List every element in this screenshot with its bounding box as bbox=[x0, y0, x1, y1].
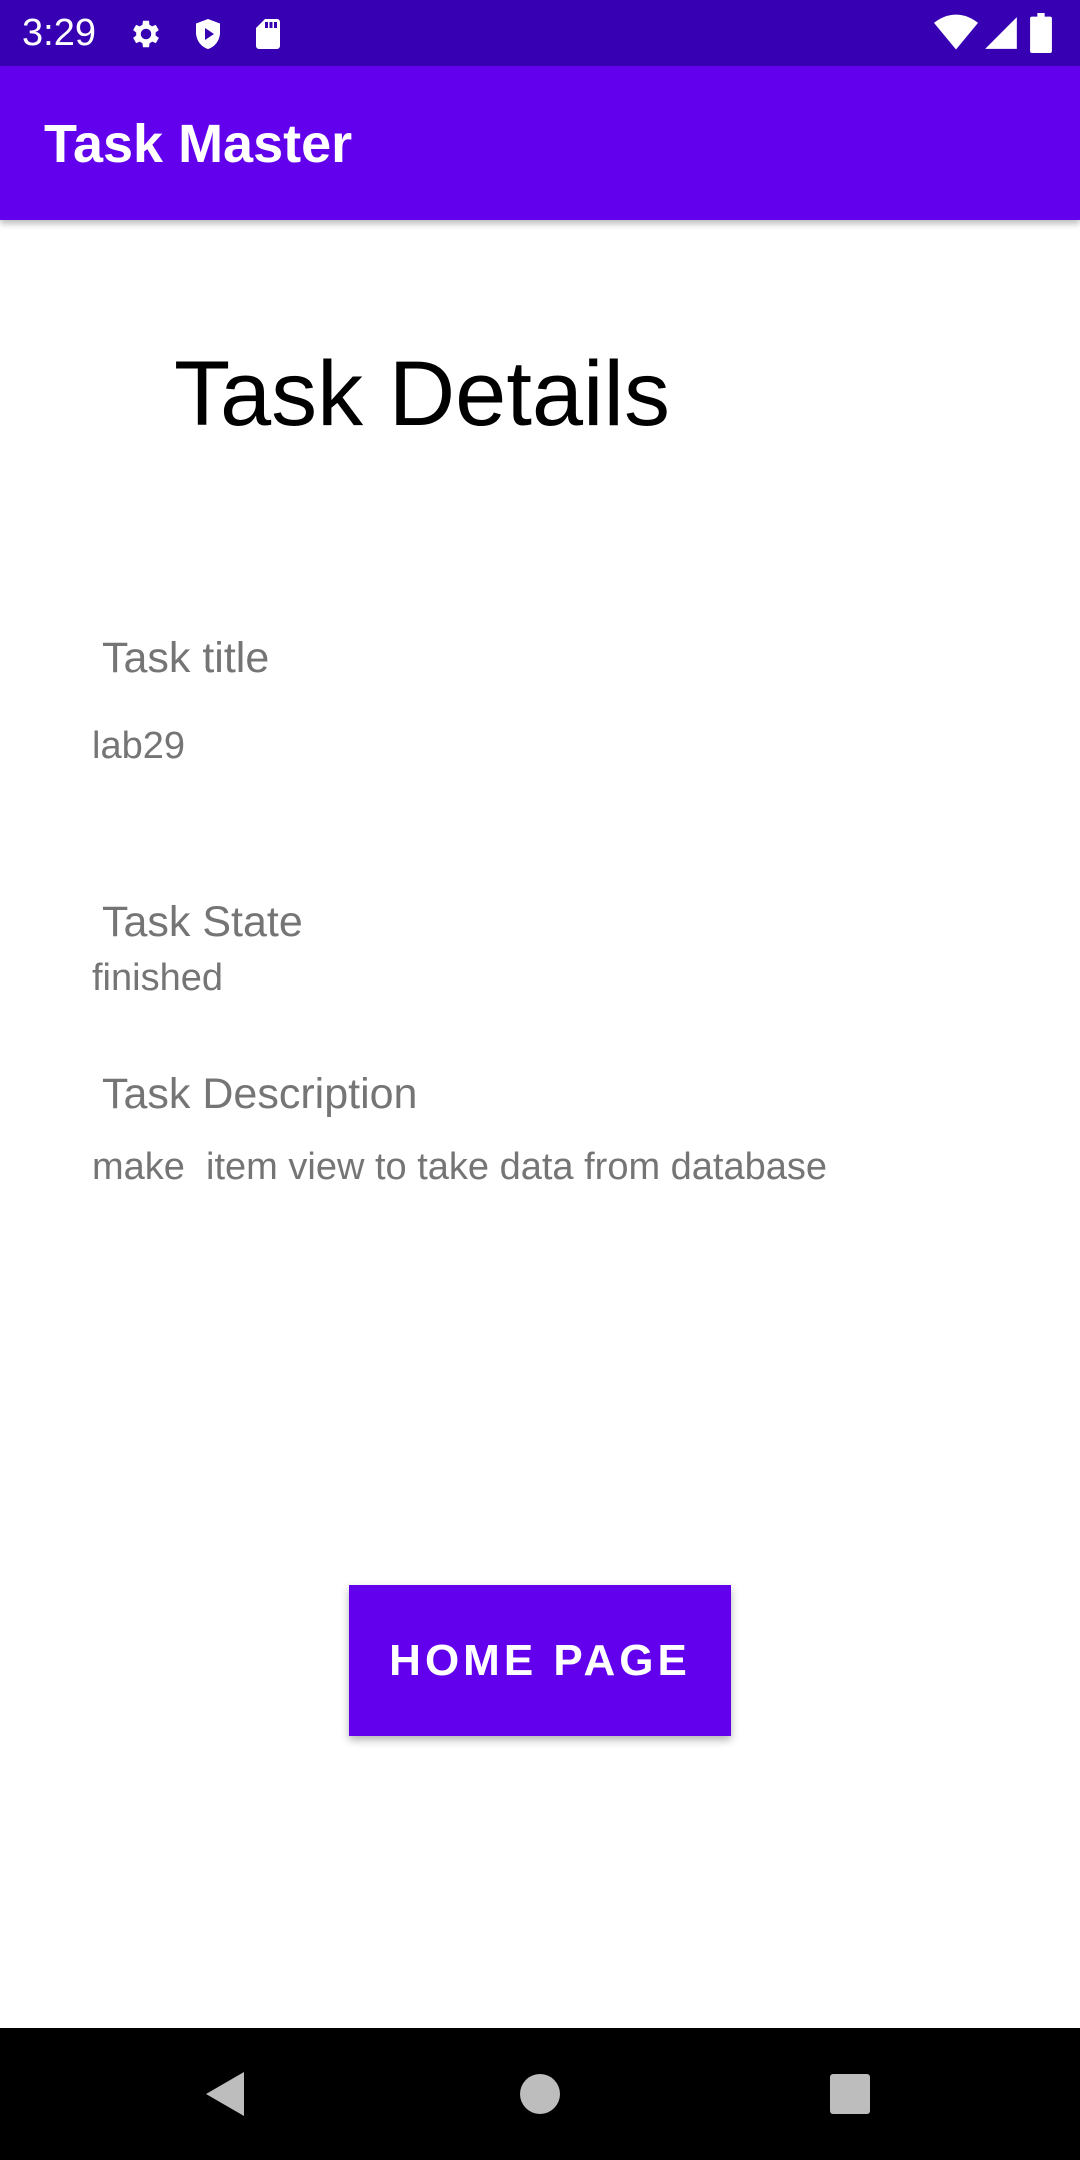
task-state-value: finished bbox=[92, 957, 223, 999]
home-icon[interactable] bbox=[504, 2058, 576, 2130]
home-page-button[interactable]: HOME PAGE bbox=[349, 1585, 731, 1736]
app-bar: Task Master bbox=[0, 66, 1080, 220]
shield-play-icon bbox=[190, 16, 226, 52]
task-description-label: Task Description bbox=[102, 1070, 418, 1118]
wifi-icon bbox=[934, 13, 978, 53]
navigation-bar bbox=[0, 2028, 1080, 2160]
status-time: 3:29 bbox=[22, 12, 96, 54]
task-state-label: Task State bbox=[102, 898, 303, 946]
task-title-value: lab29 bbox=[92, 725, 185, 767]
gear-icon bbox=[128, 16, 164, 52]
screen: 3:29 Task Master Task Details Task title… bbox=[0, 0, 1080, 2160]
task-description-value: make item view to take data from databas… bbox=[92, 1146, 828, 1188]
recents-icon[interactable] bbox=[814, 2058, 886, 2130]
task-title-label: Task title bbox=[102, 634, 270, 682]
page-title: Task Details bbox=[174, 343, 670, 445]
battery-icon bbox=[1030, 13, 1052, 53]
app-title: Task Master bbox=[44, 114, 353, 174]
sd-card-icon bbox=[250, 16, 286, 52]
back-icon[interactable] bbox=[190, 2058, 262, 2130]
signal-icon bbox=[982, 14, 1020, 52]
status-bar: 3:29 bbox=[0, 0, 1080, 66]
